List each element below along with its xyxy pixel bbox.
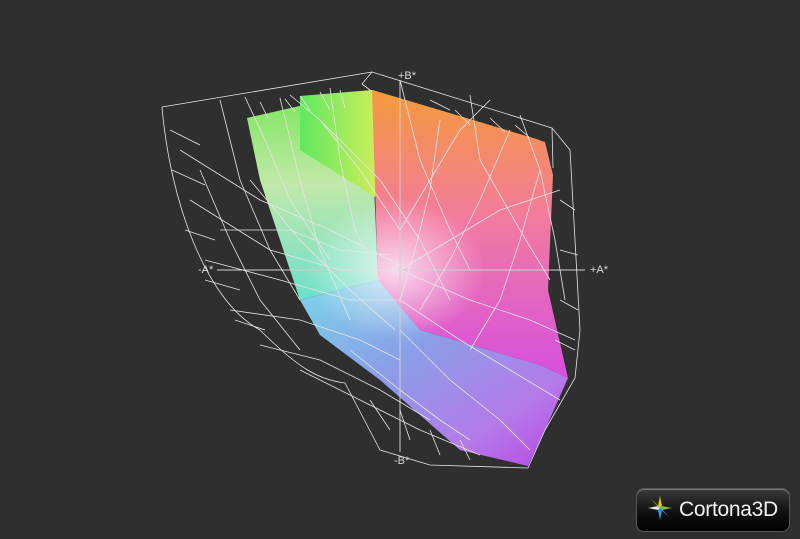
cortona-star-icon xyxy=(647,495,673,526)
gamut-solid xyxy=(247,90,568,466)
axis-label-a-minus: -A* xyxy=(198,264,214,276)
axis-label-a-plus: +A* xyxy=(590,264,609,276)
axis-label-b-plus: +B* xyxy=(398,70,417,82)
3d-gamut-viewer[interactable]: +B* -A* +A* -B* Cortona3D xyxy=(0,0,800,539)
cortona3d-logo-button[interactable]: Cortona3D xyxy=(636,488,790,532)
cortona-brand-name: Cortona3D xyxy=(679,498,778,521)
axis-label-b-minus: -B* xyxy=(394,455,410,467)
